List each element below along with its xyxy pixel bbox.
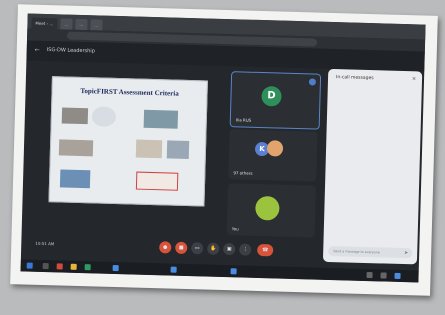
photo-frame: Meet - … … … … ← ISG-DW Leadership Topic… [10,4,438,296]
search-icon[interactable] [42,262,49,270]
participant-name: Ilia RUS [235,117,252,123]
slide-photo [135,139,163,159]
app-icon[interactable] [56,263,63,270]
chat-message [332,175,412,177]
send-icon[interactable]: ➤ [404,250,408,256]
camera-off-icon[interactable]: ■ [175,241,188,255]
audio-level-icon [308,78,317,86]
browser-icon[interactable] [112,264,119,272]
chat-message [335,97,415,99]
more-options-icon[interactable]: ⋮ [239,243,252,256]
browser-icon[interactable] [230,268,237,275]
participant-name: You [231,226,239,232]
app-icon[interactable] [84,264,91,271]
chat-message [332,201,412,203]
captions-icon[interactable]: ▭ [191,242,204,255]
meeting-controls: 10:51 AM ● ■ ▭ ✋ ▣ ⋮ ☎ [21,235,321,263]
chat-message [334,123,414,125]
browser-icon[interactable] [170,266,177,273]
browser-tab[interactable]: … [60,18,73,30]
slide-photo [166,140,190,160]
raise-hand-icon[interactable]: ✋ [207,242,220,255]
chat-title: In-call messages [335,75,374,82]
present-icon[interactable]: ▣ [223,243,236,256]
chat-input-placeholder: Send a message to everyone [333,249,380,255]
participant-tile-speaking[interactable]: D Ilia RUS [229,71,322,130]
start-icon[interactable] [26,262,33,269]
slide-photo [135,171,179,191]
slide-title: TopicFIRST Assessment Criteria [80,86,179,98]
volume-icon[interactable] [380,272,387,279]
slide-photo [91,106,117,127]
browser-tab[interactable]: … [90,19,103,31]
wifi-icon[interactable] [366,272,373,279]
slide-photo [143,109,179,129]
meeting-title: ISG-DW Leadership [46,47,95,55]
avatar: D [261,86,282,107]
participant-tile-self[interactable]: You [226,183,317,238]
folder-icon[interactable] [70,263,77,270]
slide-photo [61,107,89,125]
back-arrow-icon[interactable]: ← [35,47,40,54]
slide-photo [58,139,94,157]
chat-message-input[interactable]: Send a message to everyone ➤ [328,245,413,259]
slide-photo [59,169,91,189]
notification-icon[interactable] [394,272,401,279]
avatar [255,195,280,221]
shared-presentation: TopicFIRST Assessment Criteria [48,76,208,207]
monitor-screen: Meet - … … … … ← ISG-DW Leadership Topic… [20,13,426,283]
participant-name: 97 others [233,170,253,176]
mic-off-icon[interactable]: ● [159,241,172,254]
browser-tab[interactable]: Meet - … [31,17,58,30]
end-call-icon[interactable]: ☎ [257,243,274,257]
chat-message [333,149,413,151]
meeting-time: 10:51 AM [35,240,55,247]
chat-panel: In-call messages ✕ Send a message to eve… [322,68,423,265]
close-icon[interactable]: ✕ [412,76,416,82]
participant-tile-others[interactable]: K 97 others [228,129,318,182]
browser-tab[interactable]: … [75,18,88,31]
avatar-photo [266,140,284,157]
